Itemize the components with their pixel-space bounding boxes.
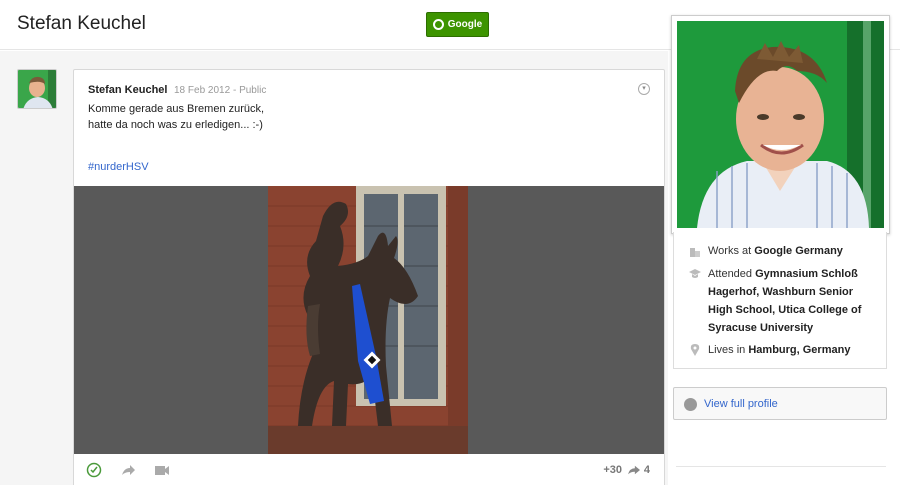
post-text: Komme gerade aus Bremen zurück, hatte da… [88,101,264,133]
share-count-value: 4 [643,464,650,476]
about-location-prefix: Lives in [708,344,746,356]
post-photo[interactable] [268,186,468,454]
location-pin-icon [690,344,700,356]
plus-one-count[interactable]: +30 [603,464,622,476]
share-count[interactable]: 4 [627,464,650,476]
post-meta-separator: - [232,85,237,96]
profile-owner-name: Stefan Keuchel [17,13,146,34]
post-date[interactable]: 18 Feb 2012 [174,85,230,96]
circle-icon [432,19,444,30]
about-education-prefix: Attended [708,268,753,280]
sidebar-divider [676,466,886,467]
share-icon [627,465,640,475]
google-button-label: Google [447,19,483,30]
post-author-avatar[interactable] [17,69,57,109]
post-visibility[interactable]: Public [239,85,266,96]
user-icon [684,398,697,411]
view-full-profile-label: View full profile [704,398,778,410]
profile-about-card: Works at Google Germany Attended Gymnasi… [673,232,887,369]
building-icon [690,248,700,257]
about-work-company: Google Germany [754,245,843,257]
post-meta: 18 Feb 2012 - Public [174,85,266,96]
share-icon[interactable] [120,462,136,478]
hangout-icon[interactable] [154,462,170,478]
google-button[interactable]: Google [426,12,489,37]
about-location-city: Hamburg, Germany [748,344,851,356]
about-work-prefix: Works at [708,245,752,257]
post-text-line: hatte da noch was zu erledigen... :-) [88,119,263,131]
profile-photo[interactable] [671,15,890,234]
post-action-bar: +30 4 [74,454,664,485]
post-hashtag-link[interactable]: #nurderHSV [88,161,149,173]
post-photo-container[interactable] [74,186,664,454]
options-chevron-icon[interactable]: ▾ [638,83,650,95]
view-full-profile-button[interactable]: View full profile [673,387,887,420]
plus-one-icon[interactable] [86,462,102,478]
post-card: Stefan Keuchel 18 Feb 2012 - Public ▾ Ko… [73,69,665,485]
post-text-line: Komme gerade aus Bremen zurück, [88,103,265,115]
post-author-name[interactable]: Stefan Keuchel [88,84,167,96]
graduation-cap-icon [689,269,701,278]
